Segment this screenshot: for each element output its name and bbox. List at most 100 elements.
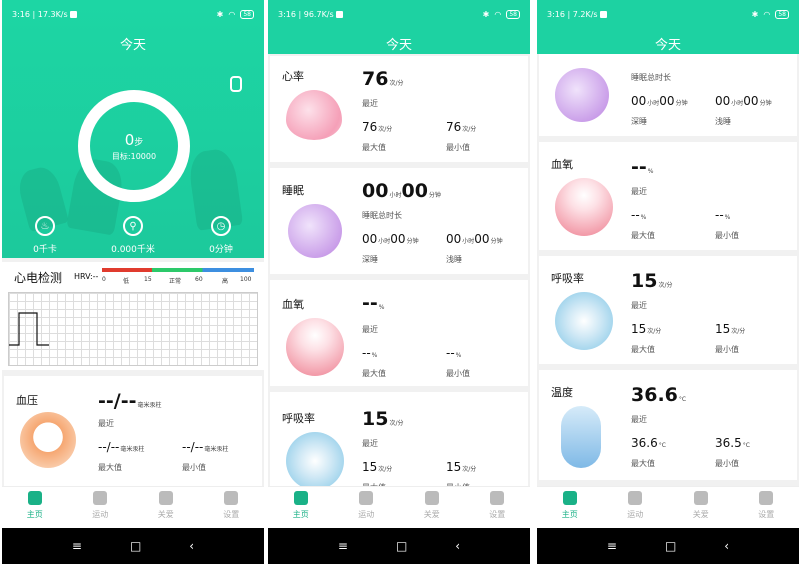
status-bar: 3:16 | 17.3K/s ✱ ◠ 58 [2, 0, 264, 28]
clock-icon: ◷ [211, 216, 231, 236]
page-title: 今天 [385, 38, 412, 53]
runner-icon [93, 491, 108, 505]
bottom-nav: 主页 运动 关爱 设置 [537, 486, 799, 528]
max-label: 最大值 [362, 369, 386, 378]
home-icon [562, 491, 577, 505]
hrv-tick: 高 [222, 278, 229, 285]
nav-settings[interactable]: 设置 [199, 487, 265, 528]
heart-icon [424, 491, 439, 505]
wind-swirl-icon [286, 432, 344, 490]
total-sleep-label: 睡眠总时长 [362, 211, 402, 220]
phone-screen-health-1: 今天 3:16 | 96.7K/s ✱ ◠ 58 心率 76次/分 最近 76次/分… [268, 0, 530, 564]
min-label: 最小值 [715, 345, 739, 354]
blood-pressure-card[interactable]: 血压 --/--毫米汞柱 最近 --/--毫米汞柱 --/--毫米汞柱 最大值 … [4, 376, 262, 486]
flame-icon: ♨ [35, 216, 55, 236]
sleep-minutes: 00 [401, 180, 428, 202]
temperature-card[interactable]: 温度 36.6°C 最近 36.6°C 36.5°C 最大值 最小值 [539, 370, 797, 480]
steps-value: 0步 [124, 130, 144, 149]
sleep-card[interactable]: 睡眠 00小时00分钟 睡眠总时长 00小时00分钟 00小时00分钟 深睡 浅… [270, 168, 528, 274]
deep-sleep-label: 深睡 [631, 117, 647, 126]
battery-icon: 58 [506, 9, 520, 19]
recent-label: 最近 [362, 325, 378, 334]
recent-label: 最近 [631, 187, 647, 196]
nav-care[interactable]: 关爱 [399, 487, 465, 528]
runner-icon [359, 491, 374, 505]
home-circle-icon[interactable]: □ [130, 539, 141, 553]
bottom-nav: 主页 运动 关爱 设置 [268, 486, 530, 528]
min-label: 最小值 [446, 143, 470, 152]
battery-icon: 58 [775, 9, 789, 19]
watch-icon[interactable] [230, 76, 242, 92]
card-title: 呼吸率 [551, 272, 584, 285]
home-icon [27, 491, 42, 505]
temp-value: 36.6 [631, 384, 678, 406]
menu-icon[interactable]: ≡ [72, 539, 82, 553]
distance-stat: ⚲ 0.000千米 [98, 216, 168, 255]
nav-sport[interactable]: 运动 [68, 487, 134, 528]
calories-stat: ♨ 0千卡 [10, 216, 80, 255]
status-bar: 3:16 | 7.2K/s ✱ ◠ 58 [537, 0, 799, 28]
light-sleep-label: 浅睡 [715, 117, 731, 126]
deep-sleep-label: 深睡 [362, 255, 378, 264]
ecg-label: 心电检测 [14, 271, 63, 285]
heart-rate-card[interactable]: 心率 76次/分 最近 76次/分 76次/分 最大值 最小值 [270, 56, 528, 162]
nav-sport[interactable]: 运动 [334, 487, 400, 528]
hr-value: 76 [362, 68, 389, 90]
activity-hero: 今天 0步 目标:10000 ♨ 0千卡 ⚲ 0.000千米 ◷ 0分钟 [2, 0, 264, 258]
nav-care[interactable]: 关爱 [668, 487, 734, 528]
max-label: 最大值 [631, 345, 655, 354]
home-circle-icon[interactable]: □ [665, 539, 676, 553]
respiration-card[interactable]: 呼吸率 15次/分 最近 15次/分 15次/分 最大值 最小值 [539, 256, 797, 364]
back-icon[interactable]: ‹ [724, 539, 729, 553]
system-nav-bar: ≡ □ ‹ [537, 528, 799, 564]
card-title: 呼吸率 [282, 412, 315, 425]
steps-goal: 目标:10000 [111, 151, 157, 161]
ecg-trace [9, 312, 49, 346]
bottom-nav: 主页 运动 关爱 设置 [2, 486, 264, 528]
nav-sport[interactable]: 运动 [603, 487, 669, 528]
page-title: 今天 [119, 38, 146, 53]
recent-label: 最近 [98, 419, 114, 428]
moon-icon [555, 68, 609, 122]
system-nav-bar: ≡ □ ‹ [2, 528, 264, 564]
sleep-card[interactable]: 睡眠总时长 00小时00分钟 00小时00分钟 深睡 浅睡 [539, 54, 797, 136]
menu-icon[interactable]: ≡ [338, 539, 348, 553]
hr-max: 76 [362, 120, 378, 134]
nav-home[interactable]: 主页 [2, 487, 68, 528]
notification-icon [336, 10, 344, 18]
total-sleep-label: 睡眠总时长 [631, 73, 671, 82]
home-circle-icon[interactable]: □ [396, 539, 407, 553]
ecg-grid [8, 292, 258, 366]
light-sleep-label: 浅睡 [446, 255, 462, 264]
wind-swirl-icon [555, 292, 613, 350]
gear-icon [224, 491, 239, 505]
notification-icon [600, 10, 608, 18]
back-icon[interactable]: ‹ [455, 539, 460, 553]
back-icon[interactable]: ‹ [189, 539, 194, 553]
phone-screen-health-2: 今天 3:16 | 7.2K/s ✱ ◠ 58 睡眠总时长 00小时00分钟 00小… [537, 0, 799, 564]
drop-icon [555, 178, 613, 236]
heart-icon [286, 90, 342, 140]
hr-min: 76 [446, 120, 462, 134]
runner-icon [628, 491, 643, 505]
ecg-card[interactable]: 心电检测 HRV:-- 0 低 15 正常 60 高 100 [2, 262, 264, 370]
home-icon [293, 491, 308, 505]
spo2-card[interactable]: 血氧 --% 最近 --% --% 最大值 最小值 [270, 280, 528, 386]
drop-icon [286, 318, 344, 376]
nav-settings[interactable]: 设置 [734, 487, 800, 528]
duration-stat: ◷ 0分钟 [186, 216, 256, 255]
nav-settings[interactable]: 设置 [465, 487, 531, 528]
nav-home[interactable]: 主页 [537, 487, 603, 528]
card-title: 睡眠 [282, 184, 304, 197]
bluetooth-icon: ✱ [482, 9, 490, 19]
min-label: 最小值 [715, 459, 739, 468]
min-label: 最小值 [446, 369, 470, 378]
bp-value: --/-- [98, 390, 137, 412]
nav-care[interactable]: 关爱 [133, 487, 199, 528]
bluetooth-icon: ✱ [216, 9, 224, 19]
menu-icon[interactable]: ≡ [607, 539, 617, 553]
nav-home[interactable]: 主页 [268, 487, 334, 528]
spo2-card[interactable]: 血氧 --% 最近 --% --% 最大值 最小值 [539, 142, 797, 250]
bp-min: --/-- [182, 440, 204, 454]
card-title: 温度 [551, 386, 573, 399]
